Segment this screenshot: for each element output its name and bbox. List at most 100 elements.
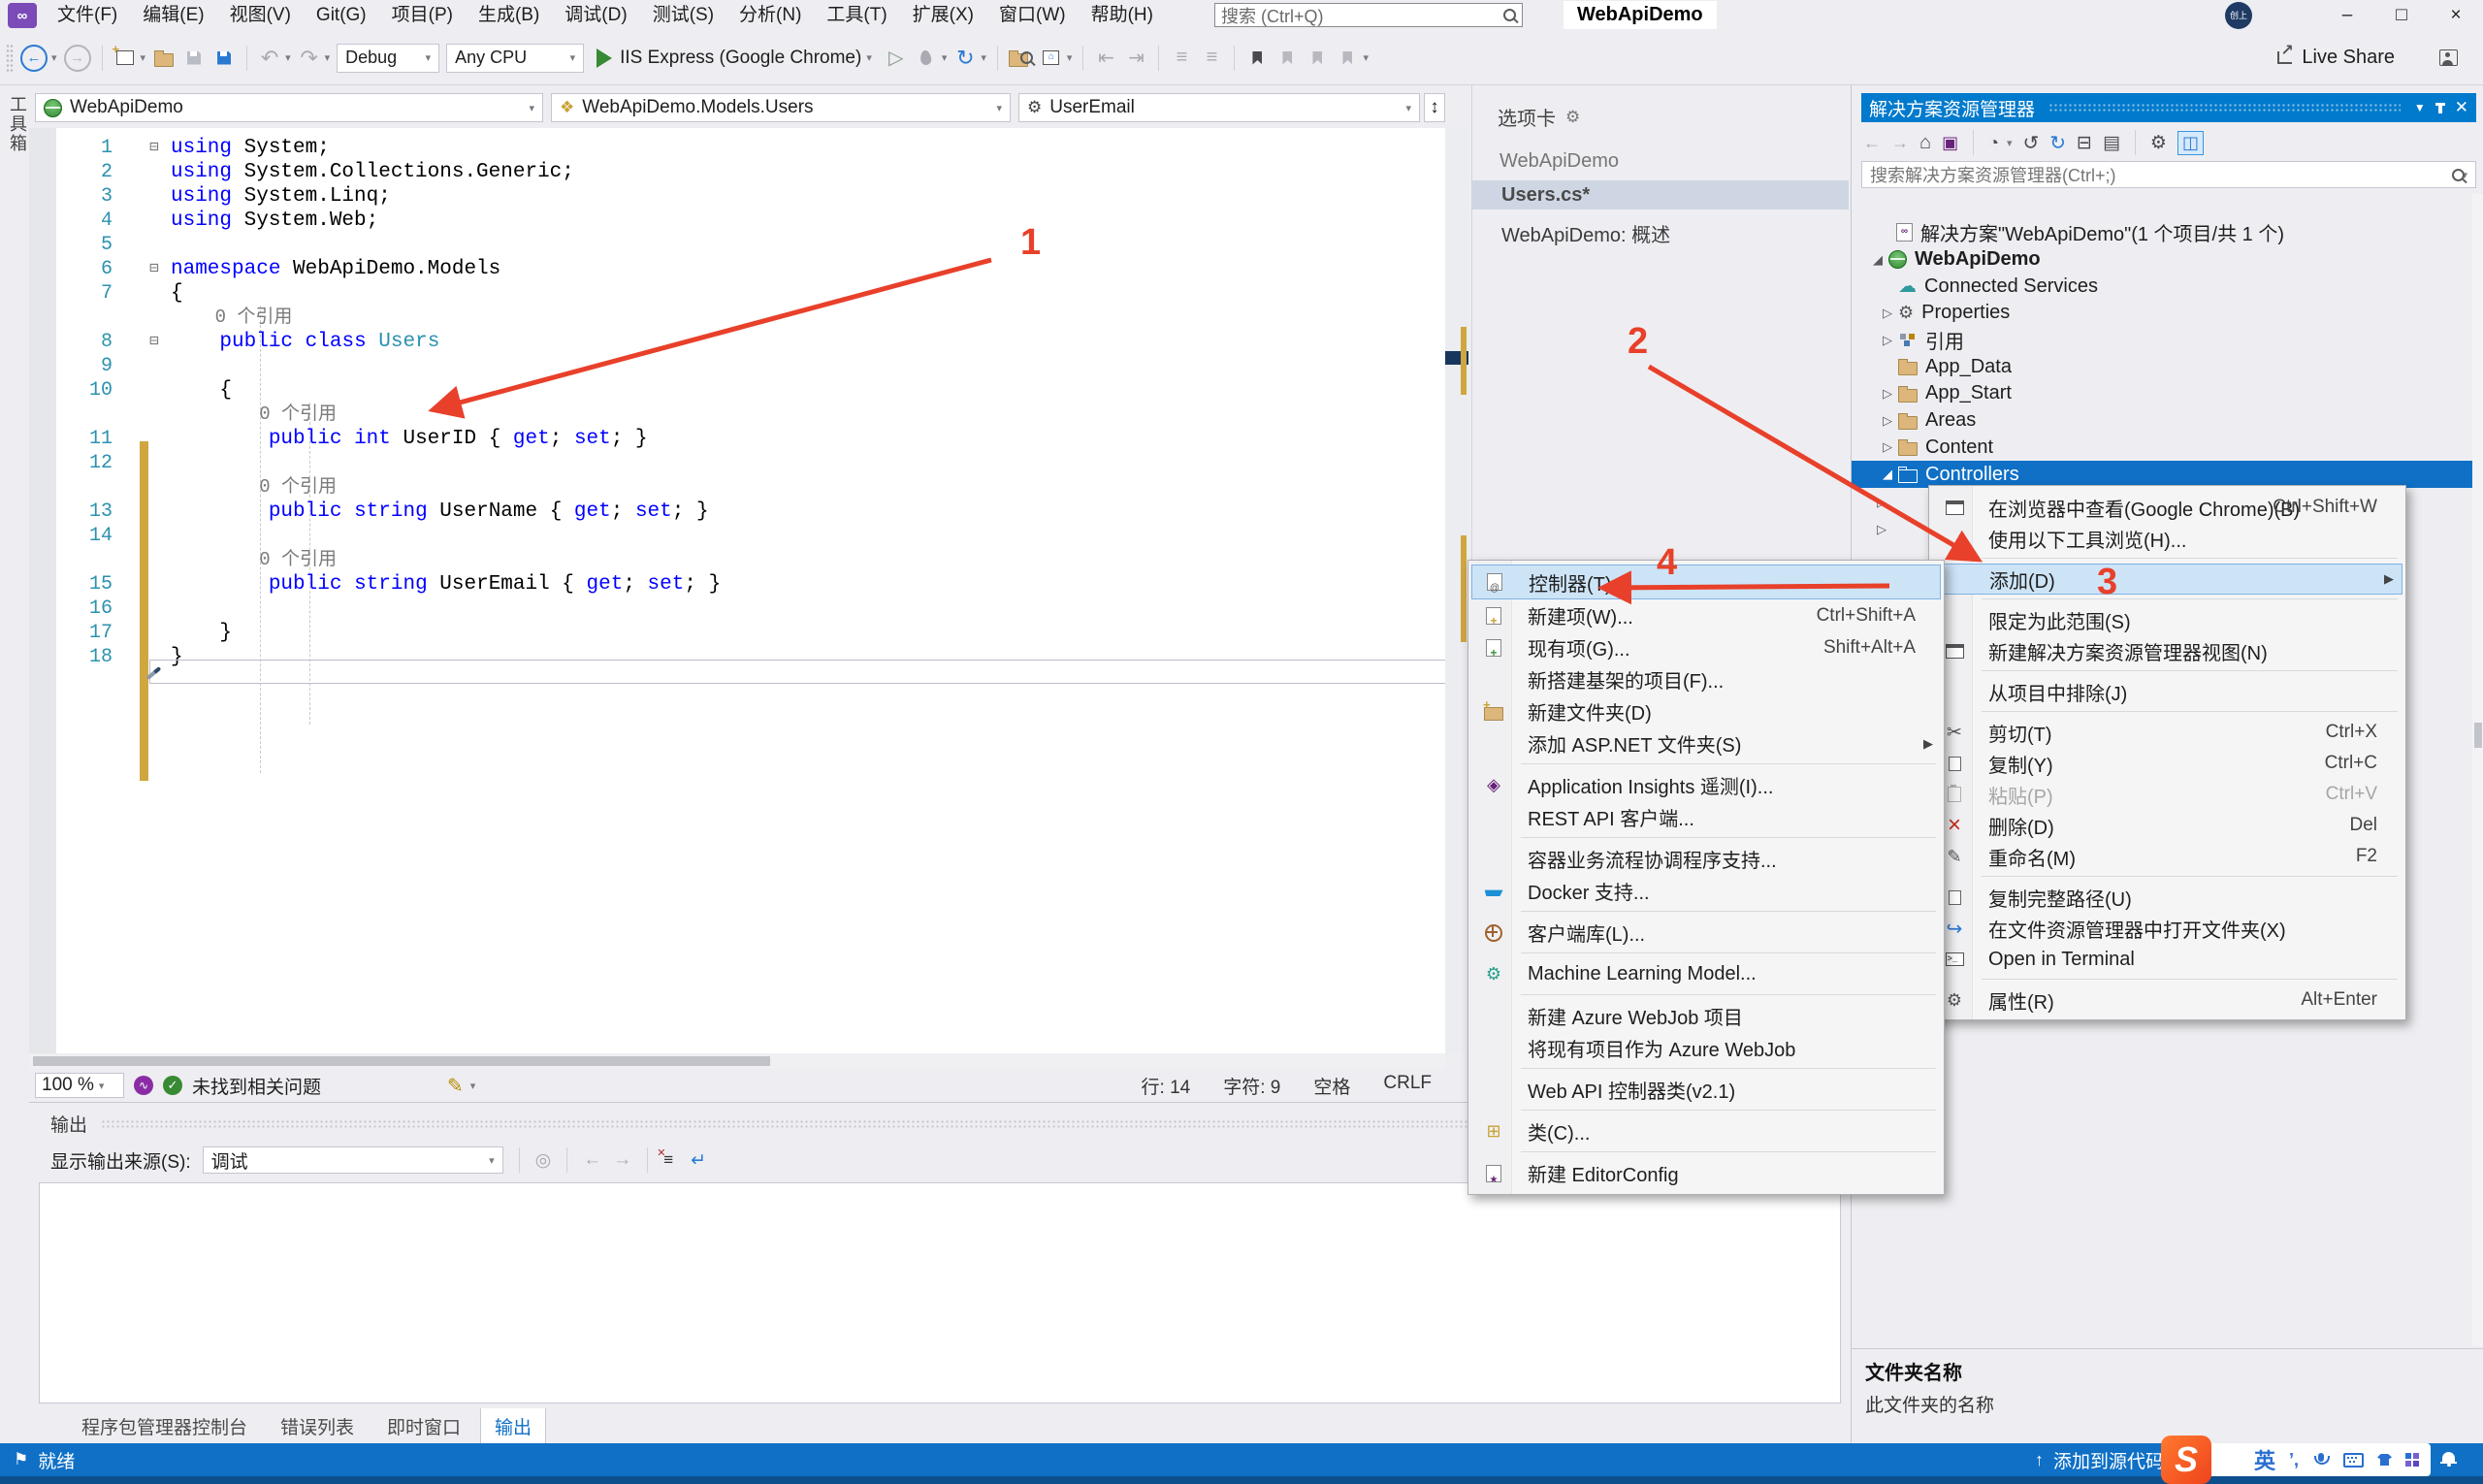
code-line[interactable]: 15 public string UserEmail { get; set; }	[29, 572, 1445, 597]
minimize-button[interactable]: –	[2320, 0, 2374, 31]
tree-item-app_data[interactable]: App_Data	[1852, 353, 2472, 380]
status-spaces[interactable]: 空格	[1313, 1073, 1350, 1099]
menubar-item-gitg[interactable]: Git(G)	[304, 0, 379, 31]
visual-studio-logo-icon[interactable]: ∞	[8, 3, 37, 28]
open-file-button[interactable]	[152, 44, 176, 73]
tree-item-controllers[interactable]: ◢Controllers	[1852, 461, 2472, 488]
menu-item-applicationinsightsi[interactable]: ◈Application Insights 遥测(I)...	[1471, 769, 1941, 801]
fold-collapse-icon[interactable]: ⊟	[138, 330, 171, 354]
start-without-debugging-button[interactable]: ▷	[885, 44, 908, 73]
code-line[interactable]: 10 {	[29, 378, 1445, 403]
navigate-cursor-forward-button[interactable]: ⇥	[1124, 44, 1147, 73]
pin-icon[interactable]	[2438, 103, 2442, 113]
sync-with-active-document-icon[interactable]: ↻	[2049, 131, 2066, 155]
live-share-button[interactable]: Live Share	[2277, 47, 2483, 69]
project-dropdown[interactable]: WebApiDemo▾	[35, 93, 543, 122]
fold-collapse-icon[interactable]: ⊟	[138, 257, 171, 281]
fold-collapse-icon[interactable]: ⊟	[138, 136, 171, 160]
menubar-item-s[interactable]: 测试(S)	[640, 0, 726, 31]
menu-item-c[interactable]: ⊞类(C)...	[1471, 1115, 1941, 1147]
user-avatar[interactable]: 创上	[2225, 2, 2252, 29]
menu-item-n[interactable]: 新建解决方案资源管理器视图(N)	[1932, 635, 2402, 666]
preview-selected-items-toggle[interactable]: ◫	[2177, 131, 2204, 155]
code-line[interactable]: 12	[29, 451, 1445, 475]
menu-item-d[interactable]: 添加(D)▶	[1932, 564, 2402, 595]
toolbar-overflow-1[interactable]: ▾	[1067, 51, 1073, 64]
bottom-tab-即时窗口[interactable]: 即时窗口	[373, 1408, 474, 1444]
find-in-files-button[interactable]	[1009, 44, 1033, 73]
menu-item-azurewebjob[interactable]: 新建 Azure WebJob 项目	[1471, 1000, 1941, 1032]
goto-message-icon[interactable]: ◎	[535, 1149, 552, 1172]
menu-item-t[interactable]: ✂剪切(T)Ctrl+X	[1932, 717, 2402, 748]
menu-item-l[interactable]: 客户端库(L)...	[1471, 917, 1941, 949]
menu-item-openinterminal[interactable]: Open in Terminal	[1932, 944, 2402, 975]
collapsed-arrow-icon[interactable]: ▷	[1877, 386, 1898, 402]
restart-button[interactable]: ↻	[953, 44, 977, 73]
redo-button[interactable]: ↷	[298, 44, 321, 73]
split-window-button[interactable]: ↕	[1424, 93, 1445, 122]
switch-views-icon[interactable]: ▣	[1942, 133, 1958, 153]
undo-dropdown[interactable]: ▾	[285, 51, 291, 64]
menu-item-restapi[interactable]: REST API 客户端...	[1471, 801, 1941, 833]
quick-search-box[interactable]: 搜索 (Ctrl+Q)	[1214, 3, 1523, 27]
hot-reload-button[interactable]	[915, 44, 938, 73]
output-content[interactable]	[39, 1182, 1841, 1403]
tree-item-areas[interactable]: ▷Areas	[1852, 407, 2472, 435]
output-source-dropdown[interactable]: 调试▾	[203, 1146, 503, 1174]
menu-item-d[interactable]: 新建文件夹(D)	[1471, 695, 1941, 727]
collapsed-arrow-icon[interactable]: ▷	[1877, 439, 1898, 455]
ime-toolbox-icon[interactable]	[2405, 1453, 2419, 1467]
solution-explorer-sync-button[interactable]: ⌂	[1040, 44, 1063, 73]
collapsed-arrow-icon[interactable]: ▷	[1877, 306, 1898, 321]
microphone-icon[interactable]	[2318, 1453, 2324, 1462]
notifications-bell-icon[interactable]	[2442, 1447, 2455, 1465]
bottom-tab-输出[interactable]: 输出	[480, 1408, 546, 1445]
menubar-item-w[interactable]: 窗口(W)	[986, 0, 1079, 31]
menu-item-u[interactable]: 复制完整路径(U)	[1932, 882, 2402, 913]
status-line-ending[interactable]: CRLF	[1383, 1073, 1432, 1099]
close-panel-icon[interactable]: ✕	[2455, 98, 2468, 117]
increase-indent-button[interactable]: ≡	[1200, 44, 1223, 73]
clear-all-icon[interactable]: ≡	[663, 1150, 673, 1170]
tree-partial-arrow[interactable]: ▷	[1877, 495, 1886, 510]
code-line[interactable]: 1⊟using System;	[29, 136, 1445, 160]
tree-item-connectedservices[interactable]: ☁Connected Services	[1852, 273, 2472, 300]
code-line[interactable]: 9	[29, 354, 1445, 378]
refresh-icon[interactable]: ↺	[2023, 131, 2040, 155]
menu-item-f[interactable]: 新搭建基架的项目(F)...	[1471, 663, 1941, 695]
code-line[interactable]: 3using System.Linq;	[29, 184, 1445, 209]
undo-button[interactable]: ↶	[258, 44, 281, 73]
menu-item-machinelearningmodel[interactable]: ⚙Machine Learning Model...	[1471, 958, 1941, 990]
editor-vertical-scrollbar[interactable]	[1445, 128, 1468, 1053]
feedback-icon[interactable]	[2439, 49, 2458, 66]
type-dropdown[interactable]: ❖ WebApiDemo.Models.Users▾	[551, 93, 1011, 122]
menu-item-t[interactable]: 控制器(T)...	[1471, 565, 1941, 599]
pending-changes-filter-icon[interactable]: ◔	[1988, 133, 1999, 153]
filter-dropdown[interactable]: ▾	[2007, 137, 2013, 149]
collapse-all-icon[interactable]: ⊟	[2077, 132, 2092, 154]
close-button[interactable]: ×	[2429, 0, 2483, 31]
code-editor[interactable]: 1⊟using System;2using System.Collections…	[29, 128, 1445, 1053]
tree-item-webapidemo[interactable]: ◢WebApiDemo	[1852, 246, 2472, 274]
toolbox-tab[interactable]: 工具箱	[5, 95, 30, 153]
maximize-button[interactable]: □	[2374, 0, 2429, 31]
code-line[interactable]: 4using System.Web;	[29, 209, 1445, 233]
status-column[interactable]: 字符: 9	[1223, 1073, 1280, 1099]
toolbar-overflow-2[interactable]: ▾	[1363, 51, 1369, 64]
se-forward-button[interactable]: →	[1891, 133, 1909, 153]
ime-skin-icon[interactable]	[2377, 1454, 2392, 1466]
next-message-icon[interactable]: →	[613, 1149, 631, 1171]
new-project-dropdown[interactable]: ▾	[141, 51, 146, 64]
decrease-indent-button[interactable]: ≡	[1170, 44, 1193, 73]
member-dropdown[interactable]: ⚙ UserEmail▾	[1018, 93, 1420, 122]
code-line[interactable]: 8⊟ public class Users	[29, 330, 1445, 354]
menubar-item-v[interactable]: 视图(V)	[217, 0, 304, 31]
menu-item-r[interactable]: ⚙属性(R)Alt+Enter	[1932, 984, 2402, 1016]
menubar-item-e[interactable]: 编辑(E)	[130, 0, 216, 31]
ime-language-toggle[interactable]: 英	[2254, 1444, 2275, 1475]
code-line[interactable]: 17 }	[29, 621, 1445, 645]
code-line[interactable]: 16	[29, 597, 1445, 621]
menu-item-g[interactable]: 现有项(G)...Shift+Alt+A	[1471, 631, 1941, 663]
tree-partial-arrow[interactable]: ▷	[1877, 522, 1886, 537]
save-all-button[interactable]	[212, 44, 236, 73]
